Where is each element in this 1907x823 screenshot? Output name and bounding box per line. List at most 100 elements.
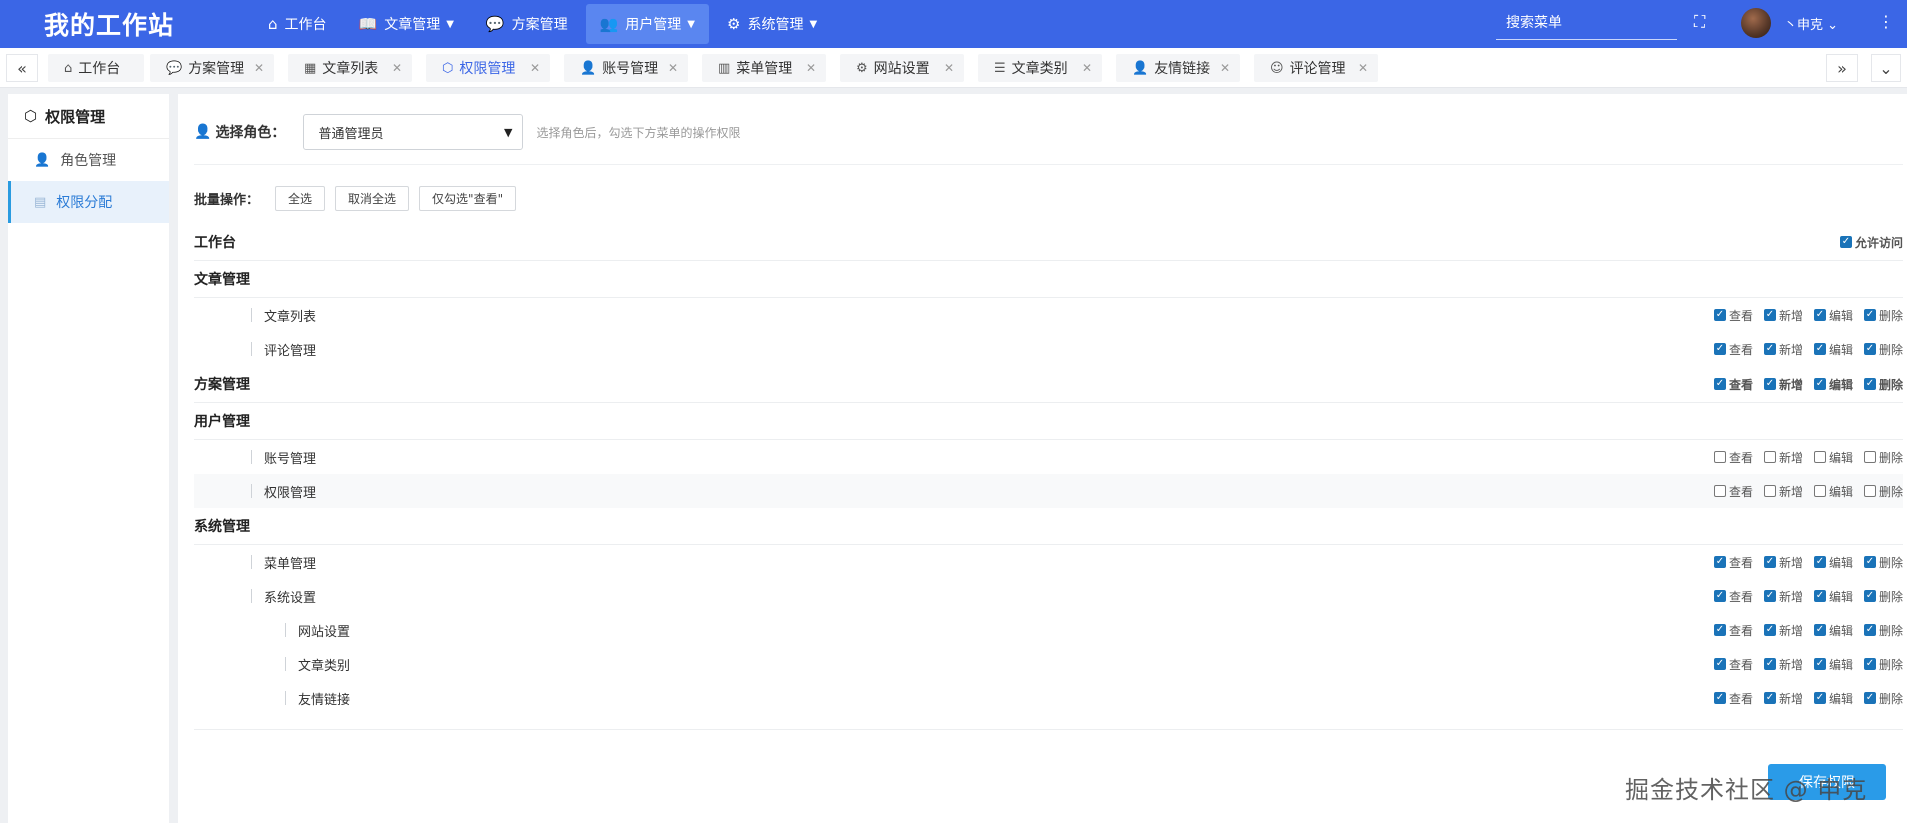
nav-item-3[interactable]: 👥 用户管理 ▼ (585, 4, 709, 44)
nav-item-label: 方案管理 (511, 17, 568, 33)
permission-name-text: 系统设置 (264, 590, 317, 606)
permission-checkbox[interactable]: ✓ 编辑 (1813, 656, 1853, 673)
tab-5[interactable]: ▥ 菜单管理 ✕ (702, 54, 826, 82)
permission-checkbox[interactable]: ✓ 编辑 (1813, 588, 1853, 605)
tab-8[interactable]: 👤 友情链接 ✕ (1116, 54, 1240, 82)
permission-group: 文章管理 (194, 261, 1903, 298)
checkbox-unchecked-icon (1713, 451, 1726, 463)
fullscreen-icon[interactable]: ⛶ (1694, 12, 1705, 32)
select-all-button[interactable]: 全选 (275, 186, 326, 211)
permission-checkbox[interactable]: ✓ 编辑 (1813, 690, 1853, 707)
close-icon[interactable]: ✕ (392, 61, 402, 75)
permission-checkbox[interactable]: ✓ 新增 (1763, 588, 1803, 605)
permission-checkbox[interactable]: ✓ 删除 (1863, 554, 1903, 571)
close-icon[interactable]: ✕ (668, 61, 678, 75)
permission-checkbox[interactable]: ✓ 编辑 (1813, 376, 1853, 393)
permission-checkbox[interactable]: ✓ 删除 (1863, 307, 1903, 324)
permission-label: 新增 (1778, 342, 1803, 357)
permission-row: 菜单管理 ✓ 查看 ✓ 新增 ✓ 编辑 ✓ 删除 (194, 545, 1903, 579)
permission-checkbox[interactable]: 新增 (1763, 483, 1803, 500)
permission-checkbox[interactable]: ✓ 查看 (1713, 376, 1753, 393)
search-menu-input[interactable]: 搜索菜单 (1496, 8, 1677, 40)
permission-label: 删除 (1878, 691, 1903, 706)
permission-checkbox[interactable]: ✓ 删除 (1863, 341, 1903, 358)
tab-0[interactable]: ⌂ 工作台 (48, 54, 144, 82)
nav-item-0[interactable]: ⌂ 工作台 (254, 4, 341, 44)
role-select[interactable]: 普通管理员 ▼ (303, 114, 524, 150)
watermark: 掘金技术社区 @ 申克 (1625, 776, 1868, 804)
nav-item-4[interactable]: ⚙ 系统管理 ▼ (713, 4, 831, 44)
permission-checkbox[interactable]: ✓ 删除 (1863, 588, 1903, 605)
permission-checkbox[interactable]: 删除 (1863, 483, 1903, 500)
tab-9[interactable]: ☺ 评论管理 ✕ (1254, 54, 1378, 82)
permission-checkbox[interactable]: 新增 (1763, 449, 1803, 466)
permission-checkbox[interactable]: ✓ 编辑 (1813, 307, 1853, 324)
permission-checkbox[interactable]: ✓ 新增 (1763, 656, 1803, 673)
permission-checkbox[interactable]: ✓ 新增 (1763, 690, 1803, 707)
close-icon[interactable]: ✕ (806, 61, 816, 75)
permission-checkbox[interactable]: ✓ 编辑 (1813, 554, 1853, 571)
close-icon[interactable]: ✕ (944, 61, 954, 75)
permission-checkbox[interactable]: ✓ 查看 (1713, 307, 1753, 324)
permission-checkbox[interactable]: ✓ 查看 (1713, 622, 1753, 639)
permission-checkbox[interactable]: ✓ 查看 (1713, 690, 1753, 707)
close-icon[interactable]: ✕ (254, 61, 264, 75)
tab-2[interactable]: ▦ 文章列表 ✕ (288, 54, 412, 82)
tab-3[interactable]: ⬡ 权限管理 ✕ (426, 54, 550, 82)
permission-checkbox[interactable]: ✓ 新增 (1763, 376, 1803, 393)
tab-6[interactable]: ⚙ 网站设置 ✕ (840, 54, 964, 82)
permission-row: 账号管理 查看 新增 编辑 删除 (194, 440, 1903, 474)
permission-checkbox[interactable]: ✓ 允许访问 (1839, 234, 1903, 251)
permission-checkbox[interactable]: ✓ 新增 (1763, 341, 1803, 358)
checkbox-unchecked-icon (1863, 451, 1876, 463)
permission-checks: ✓ 查看 ✓ 新增 ✓ 编辑 ✓ 删除 (1703, 588, 1903, 605)
tabs-scroll-left-icon[interactable]: « (6, 54, 38, 82)
permission-checkbox[interactable]: ✓ 删除 (1863, 622, 1903, 639)
tab-7[interactable]: ☰ 文章类别 ✕ (978, 54, 1102, 82)
tabs-menu-chevron-icon[interactable]: ⌄ (1871, 54, 1901, 82)
tab-4[interactable]: 👤 账号管理 ✕ (564, 54, 688, 82)
nav-item-2[interactable]: 💬 方案管理 (472, 4, 582, 44)
avatar[interactable] (1741, 8, 1771, 38)
tabs-scroll-right-icon[interactable]: » (1826, 54, 1858, 82)
permission-checkbox[interactable]: ✓ 删除 (1863, 656, 1903, 673)
close-icon[interactable]: ✕ (1082, 61, 1092, 75)
tab-1[interactable]: 💬 方案管理 ✕ (150, 54, 274, 82)
permission-checkbox[interactable]: ✓ 查看 (1713, 554, 1753, 571)
more-vertical-icon[interactable]: ⋮ (1878, 12, 1894, 31)
checkbox-checked-icon: ✓ (1763, 309, 1776, 321)
permission-checkbox[interactable]: ✓ 删除 (1863, 376, 1903, 393)
permission-checkbox[interactable]: ✓ 新增 (1763, 554, 1803, 571)
close-icon[interactable]: ✕ (530, 61, 540, 75)
permission-checkbox[interactable]: ✓ 查看 (1713, 341, 1753, 358)
permission-checkbox[interactable]: 查看 (1713, 449, 1753, 466)
close-icon[interactable]: ✕ (1220, 61, 1230, 75)
permission-checkbox[interactable]: ✓ 编辑 (1813, 622, 1853, 639)
sidebar-item-role-management[interactable]: 👤 角色管理 (8, 139, 169, 181)
list-icon: ☰ (994, 60, 1006, 76)
close-icon[interactable]: ✕ (1358, 61, 1368, 75)
permission-label: 编辑 (1828, 589, 1853, 604)
gear-icon: ⚙ (727, 15, 741, 33)
checkbox-checked-icon: ✓ (1813, 692, 1826, 704)
checkbox-checked-icon: ✓ (1863, 343, 1876, 355)
user-icon: 👤 (580, 60, 597, 76)
deselect-all-button[interactable]: 取消全选 (335, 186, 410, 211)
permission-checks: ✓ 查看 ✓ 新增 ✓ 编辑 ✓ 删除 (1703, 376, 1903, 393)
permission-checkbox[interactable]: ✓ 删除 (1863, 690, 1903, 707)
sidebar-item-permission-assign[interactable]: ▤ 权限分配 (8, 181, 169, 223)
gear-icon: ⚙ (856, 60, 868, 76)
select-view-only-button[interactable]: 仅勾选"查看" (419, 186, 517, 211)
permission-checkbox[interactable]: ✓ 新增 (1763, 307, 1803, 324)
permission-label: 删除 (1878, 308, 1903, 323)
permission-checkbox[interactable]: 查看 (1713, 483, 1753, 500)
permission-checkbox[interactable]: ✓ 编辑 (1813, 341, 1853, 358)
user-menu[interactable]: 丶申克 ⌄ (1784, 14, 1838, 33)
permission-checkbox[interactable]: 编辑 (1813, 483, 1853, 500)
nav-item-1[interactable]: 📖 文章管理 ▼ (345, 4, 468, 44)
permission-checkbox[interactable]: ✓ 新增 (1763, 622, 1803, 639)
permission-checkbox[interactable]: ✓ 查看 (1713, 656, 1753, 673)
permission-checkbox[interactable]: 编辑 (1813, 449, 1853, 466)
permission-checkbox[interactable]: ✓ 查看 (1713, 588, 1753, 605)
permission-checkbox[interactable]: 删除 (1863, 449, 1903, 466)
